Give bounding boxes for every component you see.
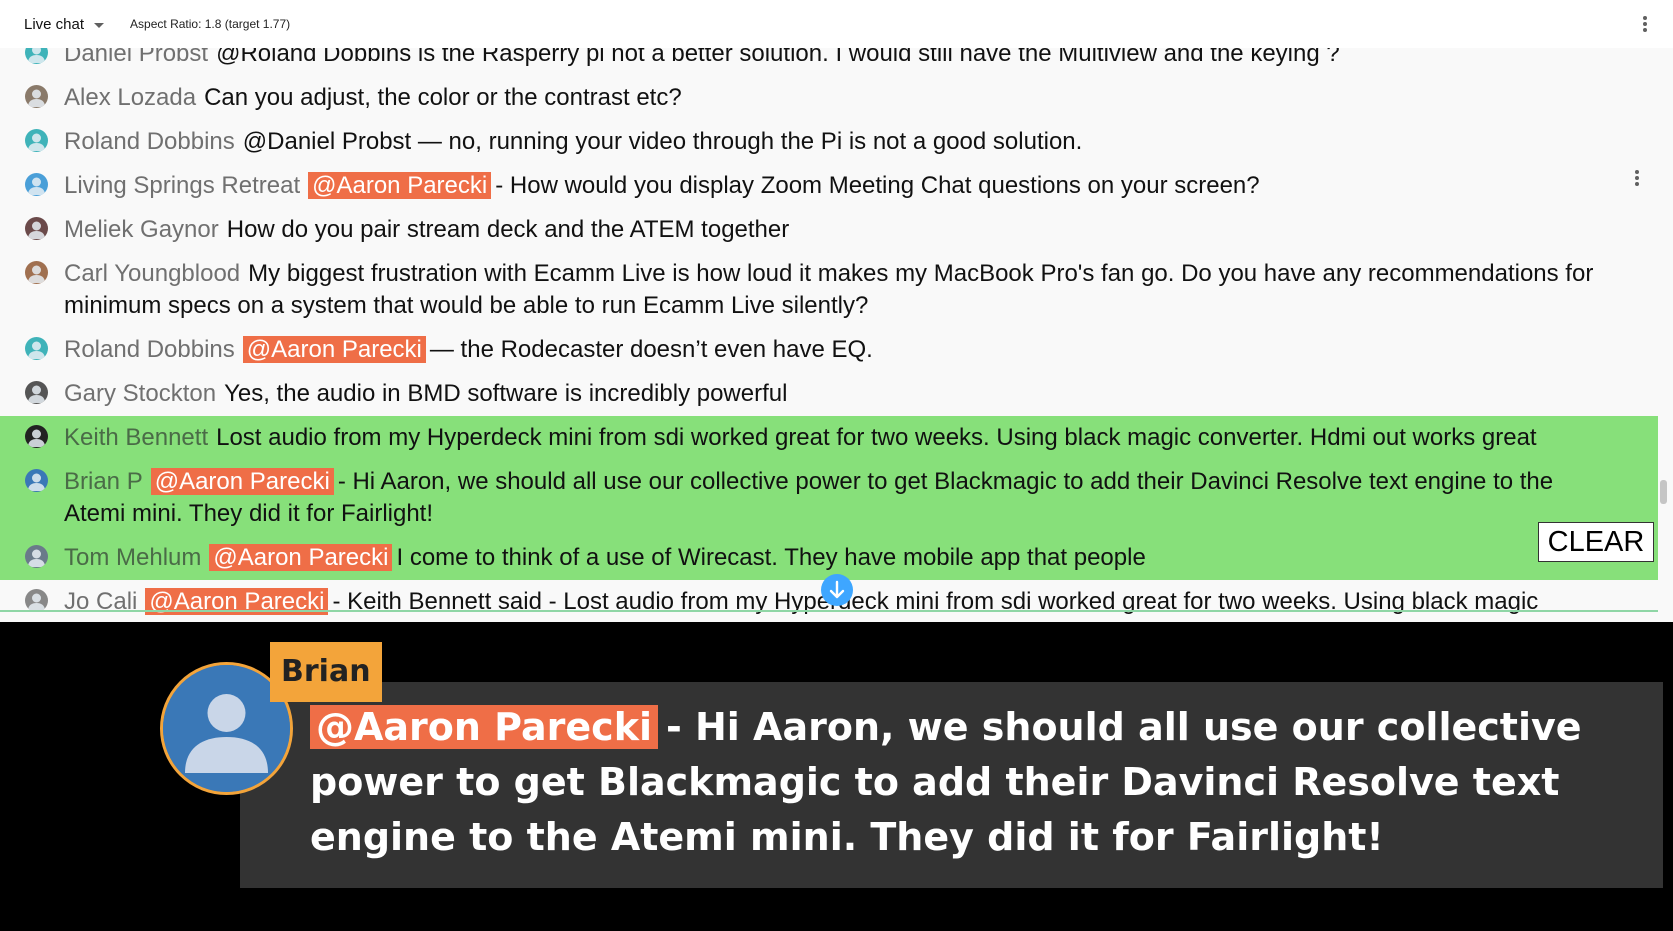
- author-name[interactable]: Roland Dobbins: [64, 128, 235, 155]
- author-name[interactable]: Brian P: [64, 468, 143, 495]
- chevron-down-icon: [94, 22, 105, 28]
- overlay-mention-tag: @Aaron Parecki: [310, 705, 658, 749]
- message-text: Lost audio from my Hyperdeck mini from s…: [216, 424, 1537, 451]
- mention-tag: @Aaron Parecki: [150, 468, 334, 495]
- chat-message[interactable]: Keith Bennett Lost audio from my Hyperdec…: [0, 416, 1658, 460]
- author-avatar[interactable]: [25, 545, 48, 568]
- message-text: — the Rodecaster doesn’t even have EQ.: [429, 336, 873, 363]
- mention-tag: @Aaron Parecki: [209, 544, 393, 571]
- mention-tag: @Aaron Parecki: [308, 172, 492, 199]
- author-avatar[interactable]: [25, 173, 48, 196]
- overlay-author-name: Brian: [270, 642, 382, 702]
- live-chat-panel: Daniel Probst @Roland Dobbins is the Rasp…: [0, 0, 1673, 622]
- chat-message[interactable]: Living Springs Retreat @Aaron Parecki - Ho…: [0, 164, 1658, 208]
- author-name[interactable]: Gary Stockton: [64, 380, 216, 407]
- author-avatar[interactable]: [25, 129, 48, 152]
- chat-message[interactable]: Brian P @Aaron Parecki - Hi Aaron, we shou…: [0, 460, 1658, 536]
- chat-message-list: Daniel Probst @Roland Dobbins is the Rasp…: [0, 32, 1658, 622]
- author-avatar[interactable]: [25, 261, 48, 284]
- lower-third-overlay: Brian @Aaron Parecki - Hi Aaron, we shoul…: [0, 622, 1673, 931]
- author-avatar[interactable]: [25, 425, 48, 448]
- arrow-down-icon: [829, 580, 845, 599]
- message-text: I come to think of a use of Wirecast. Th…: [396, 544, 1146, 571]
- author-avatar[interactable]: [25, 337, 48, 360]
- chat-message[interactable]: Roland Dobbins @Aaron Parecki — the Rodeca…: [0, 328, 1658, 372]
- chat-message[interactable]: Roland Dobbins @Daniel Probst — no, runni…: [0, 120, 1658, 164]
- author-name[interactable]: Meliek Gaynor: [64, 216, 219, 243]
- author-name[interactable]: Carl Youngblood: [64, 260, 240, 287]
- message-text: - How would you display Zoom Meeting Cha…: [495, 172, 1260, 199]
- author-name[interactable]: Living Springs Retreat: [64, 172, 300, 199]
- message-text: Yes, the audio in BMD software is incred…: [224, 380, 788, 407]
- more-vert-icon[interactable]: [1643, 16, 1647, 32]
- chat-message[interactable]: Gary Stockton Yes, the audio in BMD softw…: [0, 372, 1658, 416]
- author-avatar[interactable]: [25, 469, 48, 492]
- author-name[interactable]: Roland Dobbins: [64, 336, 235, 363]
- message-text: My biggest frustration with Ecamm Live i…: [64, 260, 1594, 319]
- author-avatar[interactable]: [25, 217, 48, 240]
- overlay-message-text: @Aaron Parecki - Hi Aaron, we should all …: [310, 700, 1630, 865]
- author-avatar[interactable]: [25, 589, 48, 612]
- message-text: Can you adjust, the color or the contras…: [204, 84, 682, 111]
- chat-divider: [0, 610, 1658, 612]
- author-name[interactable]: Keith Bennett: [64, 424, 208, 451]
- mention-tag: @Aaron Parecki: [242, 336, 426, 363]
- chat-mode-dropdown[interactable]: Live chat: [24, 15, 105, 33]
- message-more-vert-icon[interactable]: [1635, 170, 1639, 186]
- scroll-down-button[interactable]: [821, 574, 853, 606]
- aspect-ratio-label: Aspect Ratio: 1.8 (target 1.77): [130, 17, 291, 31]
- chat-mode-label: Live chat: [24, 15, 85, 33]
- chat-message[interactable]: Alex Lozada Can you adjust, the color or …: [0, 76, 1658, 120]
- clear-button[interactable]: CLEAR: [1538, 522, 1654, 562]
- author-avatar[interactable]: [25, 381, 48, 404]
- scrollbar-thumb[interactable]: [1660, 480, 1667, 504]
- chat-header: Live chat Aspect Ratio: 1.8 (target 1.77…: [0, 0, 1673, 48]
- author-name[interactable]: Alex Lozada: [64, 84, 196, 111]
- message-text: How do you pair stream deck and the ATEM…: [226, 216, 790, 243]
- chat-message[interactable]: Meliek Gaynor How do you pair stream deck…: [0, 208, 1658, 252]
- message-text: @Daniel Probst — no, running your video …: [242, 128, 1083, 155]
- author-avatar[interactable]: [25, 85, 48, 108]
- author-name[interactable]: Tom Mehlum: [64, 544, 201, 571]
- chat-message[interactable]: Carl Youngblood My biggest frustration wi…: [0, 252, 1658, 328]
